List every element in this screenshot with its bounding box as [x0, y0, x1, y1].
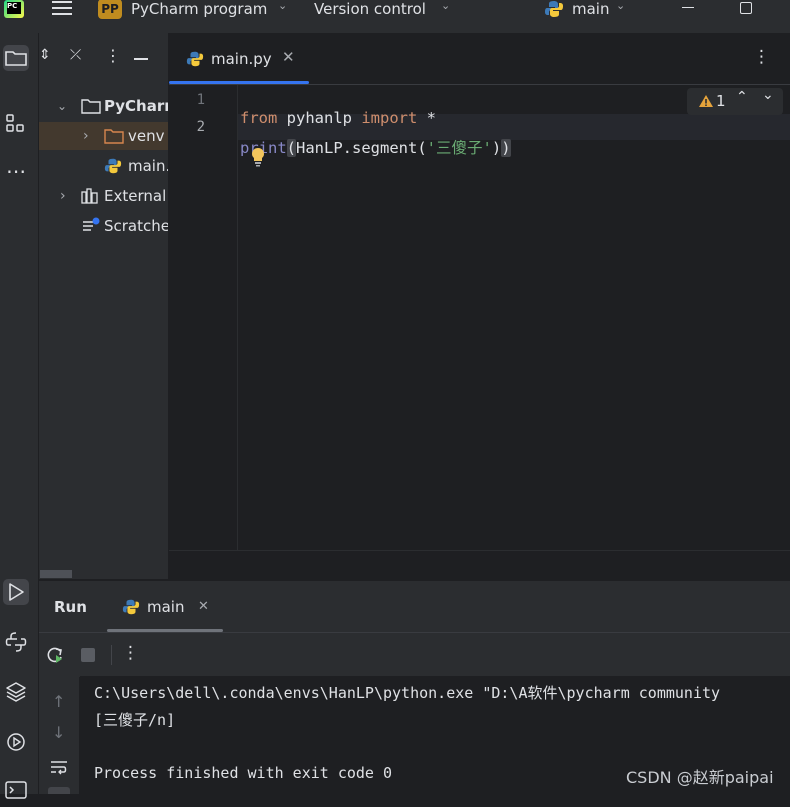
maximize-button[interactable]: [736, 0, 756, 18]
project-tool-button[interactable]: [3, 45, 29, 71]
watermark: CSDN @赵新paipai: [626, 768, 774, 787]
folder-icon: [5, 51, 27, 66]
tab-options-icon[interactable]: ⋮: [753, 47, 770, 67]
line-number: 1: [196, 92, 205, 108]
tree-item-label: venv: [128, 127, 165, 145]
minimize-button[interactable]: [678, 0, 698, 18]
tree-item-label: main.: [128, 157, 168, 175]
lightbulb-icon[interactable]: [249, 147, 267, 167]
bracket-close: ): [491, 139, 502, 157]
tab-main-py[interactable]: main.py ✕: [169, 33, 309, 85]
close-icon[interactable]: ✕: [198, 599, 209, 614]
tree-root-label: PyCharm: [104, 97, 168, 115]
structure-tool-button[interactable]: [3, 111, 29, 137]
code-line-2[interactable]: print(HanLP.segment('三傻子')): [240, 118, 511, 158]
hide-panel-icon[interactable]: [134, 58, 148, 60]
console-line: [三傻子/n]: [94, 711, 176, 729]
python-console-icon: [5, 632, 27, 652]
scroll-to-end-icon[interactable]: [48, 787, 70, 794]
services-icon: [7, 733, 25, 751]
arrow-up-icon[interactable]: ↑: [52, 692, 65, 711]
tree-item-main-py[interactable]: main.: [39, 152, 168, 180]
line-number-gutter: 1 2: [169, 85, 238, 550]
warning-count: 1: [716, 92, 726, 110]
tree-item-venv[interactable]: › venv: [39, 122, 168, 150]
python-icon: [545, 1, 563, 17]
folder-icon: [104, 129, 124, 144]
python-file-icon: [104, 158, 122, 174]
tree-root[interactable]: ⌄ PyCharm: [39, 92, 168, 120]
project-panel: ⇕ ⤫ ⋮ ⌄ PyCharm › venv main. › External: [39, 33, 168, 579]
run-config-widget[interactable]: main ⌄: [544, 0, 634, 22]
tab-label: main.py: [211, 50, 272, 68]
python-packages-button[interactable]: [3, 679, 29, 705]
editor-scroll-area: [169, 550, 790, 581]
more-tools-icon[interactable]: ⋯: [3, 161, 29, 187]
run-tab-main[interactable]: main ✕: [107, 581, 224, 633]
console-line: Process finished with exit code 0: [94, 764, 393, 782]
expand-collapse-icon[interactable]: ⇕: [39, 47, 51, 63]
tree-item-label: External: [104, 187, 167, 205]
options-icon[interactable]: ⋮: [105, 46, 121, 65]
chevron-down-icon: ⌄: [441, 0, 451, 12]
call-expression: HanLP.segment(: [296, 139, 427, 157]
soft-wrap-icon[interactable]: [49, 758, 69, 776]
chevron-right-icon: ›: [60, 188, 66, 204]
python-icon: [122, 599, 140, 615]
tree-item-label: Scratche: [104, 217, 168, 235]
bracket-open: (: [286, 139, 297, 157]
chevron-right-icon: ›: [83, 128, 89, 144]
structure-icon: [6, 114, 24, 132]
tool-window-strip: ⋯: [0, 33, 39, 799]
inspection-widget[interactable]: 1 ⌃ ⌄: [687, 87, 783, 115]
python-console-button[interactable]: [3, 629, 29, 655]
stop-button[interactable]: [81, 648, 95, 662]
run-tool-button[interactable]: [3, 579, 29, 605]
layers-icon: [6, 682, 26, 702]
line-number: 2: [196, 119, 205, 135]
tree-item-external-libraries[interactable]: › External: [39, 182, 168, 210]
run-config-label: main: [572, 0, 610, 18]
run-toolbar: ⋮: [39, 632, 790, 677]
rerun-icon[interactable]: [45, 645, 65, 665]
collapse-all-icon[interactable]: ⤫: [70, 47, 81, 63]
run-icon: [9, 583, 24, 601]
options-icon[interactable]: ⋮: [122, 643, 139, 663]
scratches-icon: [83, 217, 100, 231]
run-tab-label: main: [147, 598, 185, 616]
arrow-down-icon[interactable]: ↓: [52, 723, 65, 742]
folder-icon: [81, 99, 101, 114]
bracket-close-matched: ): [501, 139, 511, 157]
tree-item-scratches[interactable]: Scratche: [39, 212, 168, 240]
vcs-widget[interactable]: Version control ⌄: [314, 0, 454, 22]
vcs-label: Version control: [314, 0, 426, 18]
run-panel-title: Run: [54, 598, 87, 616]
pycharm-logo-icon[interactable]: PC: [4, 0, 24, 18]
run-panel-header: Run main ✕: [39, 580, 790, 633]
chevron-down-icon: ⌄: [57, 99, 68, 113]
warning-icon: [699, 95, 713, 107]
chevron-down-icon: ⌄: [278, 0, 288, 12]
close-icon[interactable]: ✕: [282, 48, 295, 66]
services-button[interactable]: [3, 729, 29, 755]
chevron-down-icon: ⌄: [616, 0, 626, 12]
library-icon: [81, 188, 98, 204]
chevron-up-icon[interactable]: ⌃: [736, 89, 748, 105]
project-name: PyCharm program: [131, 0, 268, 18]
horizontal-scrollbar[interactable]: [40, 570, 72, 578]
title-bar: PC PP PyCharm program ⌄ Version control …: [0, 0, 790, 33]
project-badge: PP: [98, 0, 122, 19]
console-line: C:\Users\dell\.conda\envs\HanLP\python.e…: [94, 684, 721, 702]
editor-tab-bar: main.py ✕ ⋮: [169, 33, 790, 85]
string-literal: '三傻子': [426, 139, 492, 157]
run-side-toolbar: ↑ ↓: [39, 676, 79, 794]
main-menu-icon[interactable]: [52, 0, 72, 18]
toolbar-divider: [111, 645, 112, 665]
python-file-icon: [186, 51, 204, 67]
chevron-down-icon[interactable]: ⌄: [762, 87, 774, 103]
terminal-button[interactable]: [3, 777, 29, 803]
terminal-icon: [5, 781, 27, 799]
